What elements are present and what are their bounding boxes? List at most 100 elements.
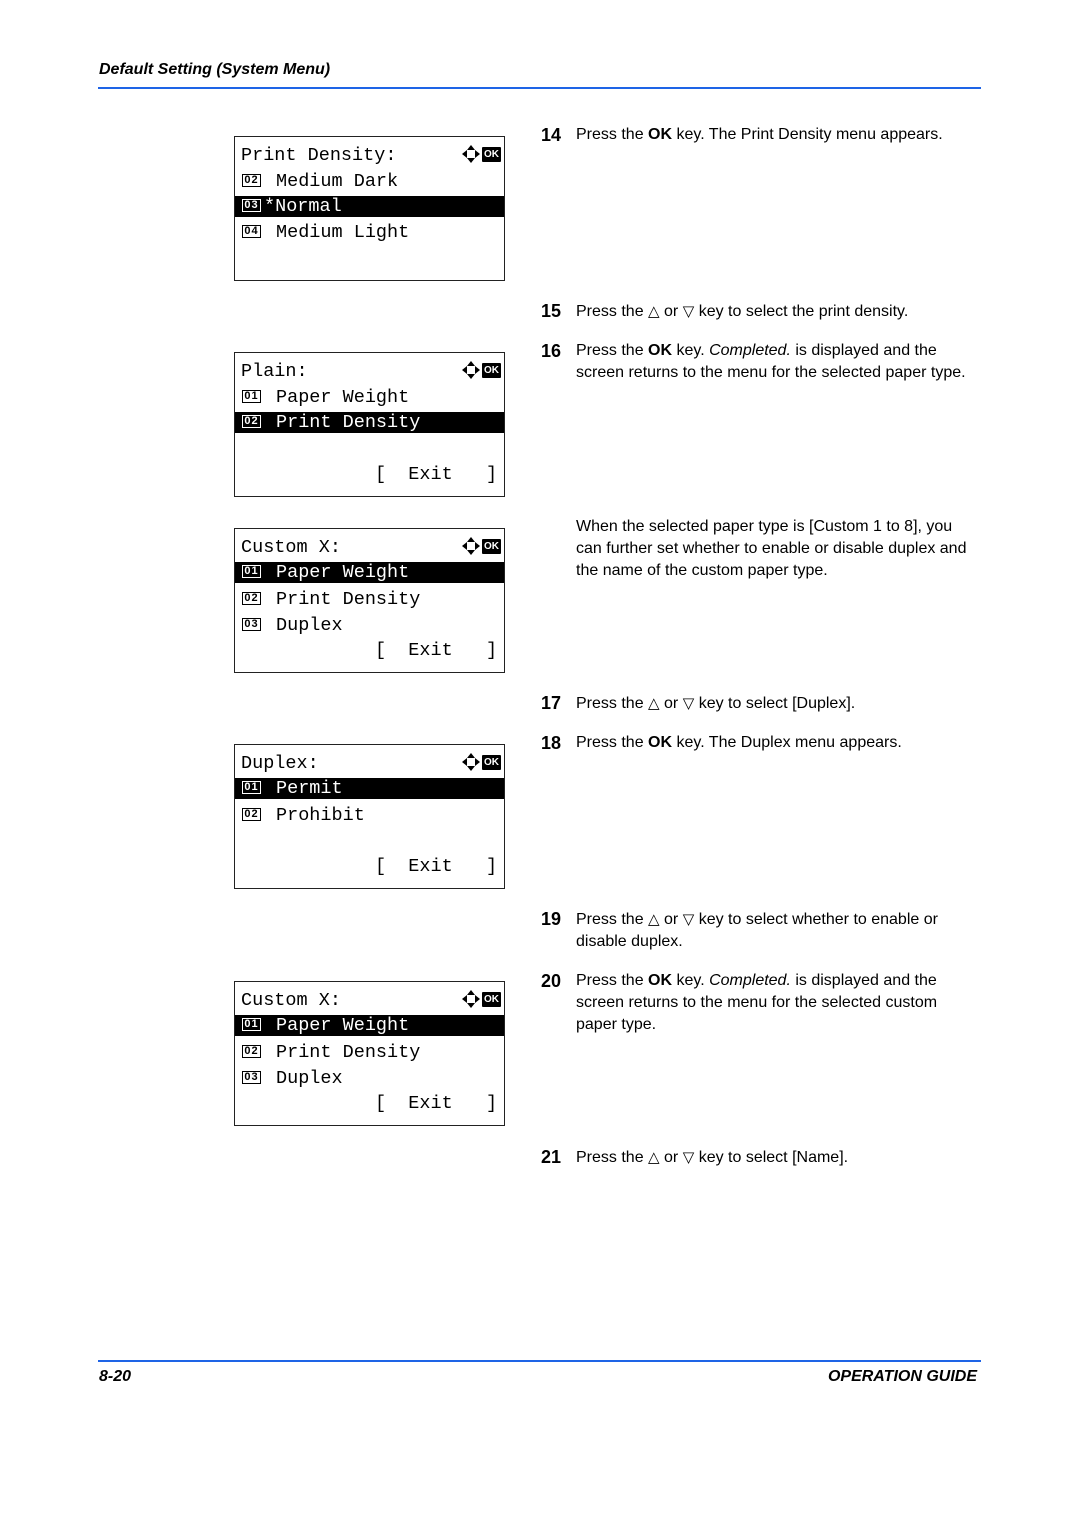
step-item: 20 Press the OK key. Completed. is displa… xyxy=(541,970,981,1036)
menu-item[interactable]: 02 Print Density xyxy=(235,589,504,610)
step-item: 17 Press the △ or ▽ key to select [Duplex… xyxy=(541,692,981,715)
step-text: Press the OK key. Completed. is displaye… xyxy=(576,342,966,381)
item-number-badge: 03 xyxy=(242,618,261,631)
key-name: OK xyxy=(648,734,673,751)
up-key-icon: △ xyxy=(648,1148,660,1166)
menu-item-label: *Normal xyxy=(264,196,342,217)
lcd-screen: Plain: OK 01 Paper Weight 02 Print Density[ E… xyxy=(234,352,505,497)
step-note: When the selected paper type is [Custom … xyxy=(541,516,981,582)
nav-ok-indicator: OK xyxy=(462,990,501,1008)
ok-key-icon: OK xyxy=(482,538,501,554)
step-number: 20 xyxy=(541,971,562,991)
step-number: 17 xyxy=(541,693,562,713)
step-number: 15 xyxy=(541,301,562,321)
step-text: Press the △ or ▽ key to select the print… xyxy=(576,302,909,320)
ok-key-icon: OK xyxy=(482,146,501,162)
four-way-arrow-icon xyxy=(462,990,480,1008)
menu-item[interactable]: 01 Paper Weight xyxy=(235,387,504,408)
menu-item[interactable]: 02 Print Density xyxy=(235,1042,504,1063)
exit-button[interactable]: [ Exit ] xyxy=(235,640,504,661)
header-rule xyxy=(98,87,981,89)
page-number: 8-20 xyxy=(99,1368,132,1385)
menu-item[interactable]: 03 *Normal xyxy=(235,196,504,217)
menu-item-label: Paper Weight xyxy=(276,562,410,583)
menu-item-label: Print Density xyxy=(276,412,421,433)
menu-item-label: Medium Light xyxy=(276,222,410,243)
menu-item[interactable]: 04 Medium Light xyxy=(235,222,504,243)
item-number-badge: 01 xyxy=(242,390,261,403)
section-header-title: Default Setting (System Menu) xyxy=(99,61,331,78)
four-way-arrow-icon xyxy=(462,537,480,555)
item-number-badge: 01 xyxy=(242,1018,261,1031)
up-key-icon: △ xyxy=(648,694,660,712)
exit-label: [ Exit ] xyxy=(375,856,498,877)
lcd-screen: Custom X: OK 01 Paper Weight 02 Print Density… xyxy=(234,528,505,673)
key-name: OK xyxy=(648,342,673,359)
step-item: 15 Press the △ or ▽ key to select the pri… xyxy=(541,300,981,323)
menu-item[interactable]: 01 Permit xyxy=(235,778,504,799)
step-number: 14 xyxy=(541,125,562,145)
item-number-badge: 02 xyxy=(242,1045,261,1058)
four-way-arrow-icon xyxy=(462,145,480,163)
status-message: Completed. xyxy=(709,972,791,989)
step-text: Press the △ or ▽ key to select [Name]. xyxy=(576,1148,849,1166)
menu-item[interactable]: 01 Paper Weight xyxy=(235,1015,504,1036)
guide-name: OPERATION GUIDE xyxy=(827,1368,977,1385)
exit-button[interactable]: [ Exit ] xyxy=(235,856,504,877)
down-key-icon: ▽ xyxy=(682,694,695,712)
nav-ok-indicator: OK xyxy=(462,753,501,771)
ok-key-icon: OK xyxy=(482,754,501,770)
key-name: OK xyxy=(648,972,673,989)
ok-key-icon: OK xyxy=(482,991,501,1007)
nav-ok-indicator: OK xyxy=(462,537,501,555)
menu-item[interactable]: 02 Medium Dark xyxy=(235,171,504,192)
menu-item-label: Medium Dark xyxy=(276,171,399,192)
item-number-badge: 03 xyxy=(242,199,261,212)
menu-item[interactable]: 03 Duplex xyxy=(235,615,504,636)
menu-item[interactable]: 01 Paper Weight xyxy=(235,562,504,583)
item-number-badge: 01 xyxy=(242,565,261,578)
item-number-badge: 02 xyxy=(242,592,261,605)
step-number: 21 xyxy=(541,1147,562,1167)
menu-item-label: Prohibit xyxy=(276,805,365,826)
step-text: Press the △ or ▽ key to select whether t… xyxy=(576,910,938,950)
step-number: 16 xyxy=(541,341,562,361)
step-text: Press the △ or ▽ key to select [Duplex]. xyxy=(576,694,856,712)
up-key-icon: △ xyxy=(648,302,660,320)
nav-ok-indicator: OK xyxy=(462,145,501,163)
exit-label: [ Exit ] xyxy=(375,640,498,661)
menu-item-label: Duplex xyxy=(276,615,343,636)
step-number: 18 xyxy=(541,733,562,753)
step-text: When the selected paper type is [Custom … xyxy=(576,518,967,579)
menu-item[interactable]: 02 Prohibit xyxy=(235,805,504,826)
step-text: Press the OK key. The Duplex menu appear… xyxy=(576,734,902,751)
step-number: 19 xyxy=(541,909,562,929)
four-way-arrow-icon xyxy=(462,753,480,771)
item-number-badge: 02 xyxy=(242,174,261,187)
item-number-badge: 02 xyxy=(242,808,261,821)
menu-item-label: Duplex xyxy=(276,1068,343,1089)
step-item: 21 Press the △ or ▽ key to select [Name]. xyxy=(541,1146,981,1169)
step-item: 19 Press the △ or ▽ key to select whether… xyxy=(541,908,981,953)
step-text: Press the OK key. The Print Density menu… xyxy=(576,126,943,143)
step-item: 14 Press the OK key. The Print Density me… xyxy=(541,124,981,146)
four-way-arrow-icon xyxy=(462,361,480,379)
ok-key-icon: OK xyxy=(482,362,501,378)
exit-button[interactable]: [ Exit ] xyxy=(235,464,504,485)
menu-item-label: Print Density xyxy=(276,589,421,610)
down-key-icon: ▽ xyxy=(682,302,695,320)
up-key-icon: △ xyxy=(648,910,660,928)
menu-item[interactable]: 03 Duplex xyxy=(235,1068,504,1089)
nav-ok-indicator: OK xyxy=(462,361,501,379)
exit-button[interactable]: [ Exit ] xyxy=(235,1093,504,1114)
exit-label: [ Exit ] xyxy=(375,464,498,485)
down-key-icon: ▽ xyxy=(682,910,695,928)
item-number-badge: 04 xyxy=(242,225,261,238)
menu-item-label: Paper Weight xyxy=(276,1015,410,1036)
menu-item-label: Permit xyxy=(276,778,343,799)
step-item: 16 Press the OK key. Completed. is displa… xyxy=(541,340,981,384)
menu-item-label: Paper Weight xyxy=(276,387,410,408)
step-text: Press the OK key. Completed. is displaye… xyxy=(576,972,938,1033)
key-name: OK xyxy=(648,126,673,143)
menu-item[interactable]: 02 Print Density xyxy=(235,412,504,433)
